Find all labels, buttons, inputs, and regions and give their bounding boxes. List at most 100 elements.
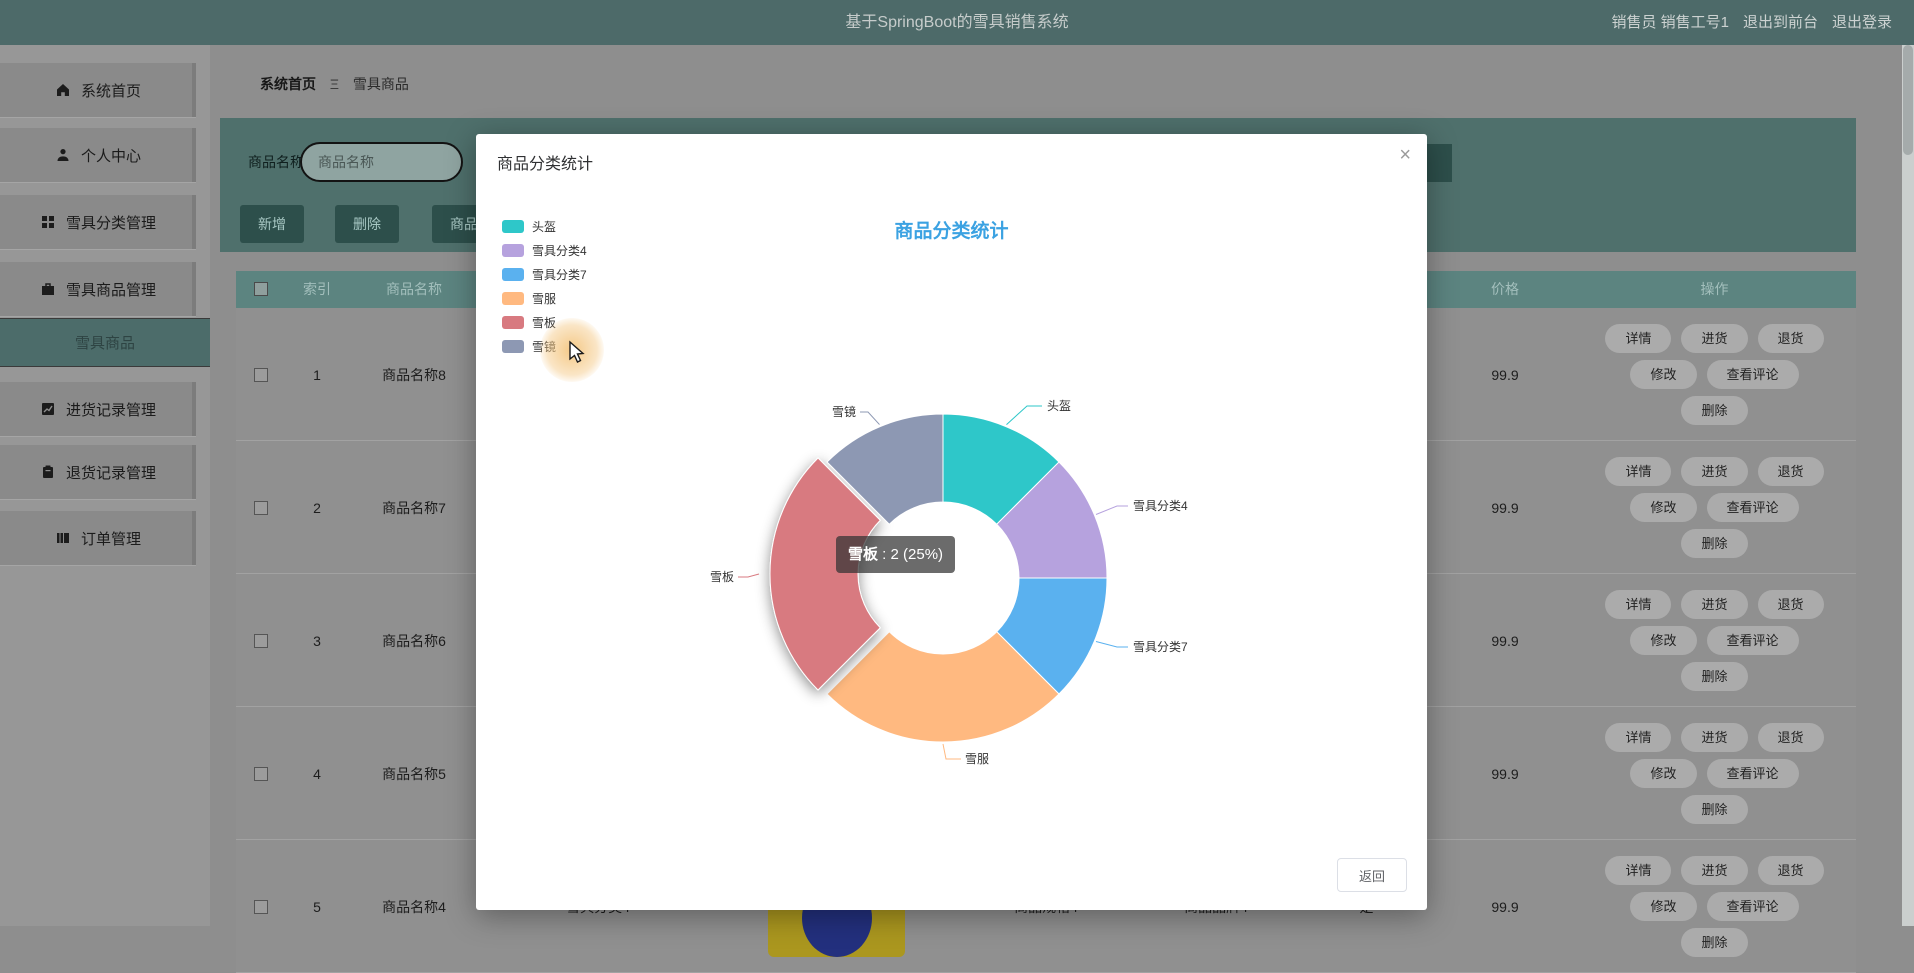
detail-button[interactable]: 详情 — [1605, 324, 1672, 353]
return-button[interactable]: 退货 — [1757, 590, 1824, 619]
book-icon — [56, 533, 69, 543]
home-icon — [56, 84, 69, 96]
edit-button[interactable]: 修改 — [1630, 626, 1697, 655]
col-header-index: 索引 — [303, 281, 331, 297]
sidebar-subitem-products-active[interactable]: 雪具商品 — [0, 318, 210, 367]
breadcrumb: 系统首页 Ξ 雪具商品 — [260, 70, 409, 98]
comments-button[interactable]: 查看评论 — [1706, 493, 1799, 522]
return-button[interactable]: 退货 — [1757, 457, 1824, 486]
comments-button[interactable]: 查看评论 — [1706, 360, 1799, 389]
back-button[interactable]: 返回 — [1337, 858, 1407, 892]
cell-index: 2 — [313, 499, 321, 516]
select-all-checkbox[interactable] — [254, 282, 268, 296]
slice-label: 雪镜 — [832, 404, 856, 419]
edit-button[interactable]: 修改 — [1630, 759, 1697, 788]
row-checkbox[interactable] — [254, 367, 268, 382]
user-icon — [57, 149, 69, 161]
top-header-bar: 基于SpringBoot的雪具销售系统 销售员 销售工号1 退出到前台 退出登录 — [0, 0, 1914, 45]
sidebar-item-label: 个人中心 — [80, 147, 141, 165]
cell-index: 4 — [313, 765, 321, 782]
add-button[interactable]: 新增 — [240, 205, 304, 243]
cell-index: 3 — [313, 632, 321, 649]
edit-button[interactable]: 修改 — [1630, 360, 1697, 389]
sidebar-item-profile[interactable]: 个人中心 — [0, 128, 196, 182]
delete-row-button[interactable]: 删除 — [1681, 529, 1748, 558]
return-button[interactable]: 退货 — [1757, 723, 1824, 752]
delete-row-button[interactable]: 删除 — [1681, 396, 1748, 425]
label-line — [738, 573, 760, 578]
delete-row-button[interactable]: 删除 — [1681, 662, 1748, 691]
sidebar-item-home[interactable]: 系统首页 — [0, 63, 196, 117]
header-user-info: 销售员 销售工号1 — [1611, 14, 1729, 31]
edit-button[interactable]: 修改 — [1630, 493, 1697, 522]
sidebar-item-purchase-records[interactable]: 进货记录管理 — [0, 382, 196, 436]
cell-name: 商品名称4 — [382, 898, 446, 915]
category-stats-dialog: 商品分类统计 × 商品分类统计 头盔 雪具分类4 雪具分类7 雪服 雪板 雪镜 … — [476, 134, 1427, 910]
sidebar-item-label: 雪具商品 — [74, 335, 135, 352]
slice-label: 雪板 — [710, 570, 734, 584]
slice-label: 雪服 — [965, 752, 989, 766]
cell-price: 99.9 — [1491, 366, 1519, 383]
sidebar-item-orders[interactable]: 订单管理 — [0, 511, 196, 565]
return-button[interactable]: 退货 — [1757, 324, 1824, 353]
cell-actions: 详情 进货 退货 修改 查看评论 删除 — [1573, 707, 1856, 840]
purchase-button[interactable]: 进货 — [1681, 590, 1748, 619]
search-label: 商品名称 — [248, 154, 304, 170]
scrollbar-thumb[interactable] — [1903, 45, 1913, 155]
comments-button[interactable]: 查看评论 — [1706, 892, 1799, 921]
sidebar: 系统首页 个人中心 雪具分类管理 雪具商品管理 雪具商品 进货记录管理 退货记录… — [0, 45, 210, 926]
cell-price: 99.9 — [1491, 632, 1519, 649]
cell-name: 商品名称7 — [382, 499, 446, 516]
comments-button[interactable]: 查看评论 — [1706, 626, 1799, 655]
cell-price: 99.9 — [1491, 765, 1519, 782]
delete-row-button[interactable]: 删除 — [1681, 795, 1748, 824]
detail-button[interactable]: 详情 — [1605, 457, 1672, 486]
search-input[interactable] — [300, 142, 463, 182]
row-checkbox[interactable] — [254, 633, 268, 648]
col-header-price: 价格 — [1491, 281, 1519, 297]
purchase-button[interactable]: 进货 — [1681, 856, 1748, 885]
return-button[interactable]: 退货 — [1757, 856, 1824, 885]
briefcase-icon — [41, 283, 54, 295]
logout-link[interactable]: 退出登录 — [1832, 14, 1892, 31]
cell-index: 5 — [313, 898, 321, 915]
cell-actions: 详情 进货 退货 修改 查看评论 删除 — [1573, 574, 1856, 707]
cell-index: 1 — [313, 366, 321, 383]
sidebar-item-label: 进货记录管理 — [65, 401, 156, 419]
row-checkbox[interactable] — [254, 766, 268, 781]
comments-button[interactable]: 查看评论 — [1706, 759, 1799, 788]
donut-chart: 头盔 雪具分类4 雪具分类7 雪服 雪板 雪镜 — [710, 398, 1188, 766]
select-all-checkbox-cell — [236, 271, 286, 308]
delete-row-button[interactable]: 删除 — [1681, 928, 1748, 957]
detail-button[interactable]: 详情 — [1605, 856, 1672, 885]
label-line — [1095, 505, 1128, 515]
sidebar-item-category-mgmt[interactable]: 雪具分类管理 — [0, 195, 196, 249]
tooltip-value: : 2 (25%) — [878, 546, 944, 563]
sidebar-item-product-mgmt[interactable]: 雪具商品管理 — [0, 262, 196, 316]
cell-actions: 详情 进货 退货 修改 查看评论 删除 — [1573, 840, 1856, 973]
purchase-button[interactable]: 进货 — [1681, 324, 1748, 353]
detail-button[interactable]: 详情 — [1605, 723, 1672, 752]
exit-to-front-link[interactable]: 退出到前台 — [1743, 14, 1818, 31]
row-checkbox[interactable] — [254, 899, 268, 914]
row-checkbox[interactable] — [254, 500, 268, 515]
breadcrumb-separator-icon: Ξ — [329, 76, 339, 92]
detail-button[interactable]: 详情 — [1605, 590, 1672, 619]
label-line — [1006, 405, 1042, 425]
purchase-button[interactable]: 进货 — [1681, 457, 1748, 486]
breadcrumb-home[interactable]: 系统首页 — [260, 76, 316, 92]
slice-label: 雪具分类7 — [1133, 640, 1188, 654]
edit-button[interactable]: 修改 — [1630, 892, 1697, 921]
sidebar-item-return-records[interactable]: 退货记录管理 — [0, 445, 196, 499]
mouse-cursor-icon — [569, 340, 585, 363]
delete-button[interactable]: 删除 — [335, 205, 399, 243]
cell-name: 商品名称6 — [382, 632, 446, 649]
cell-actions: 详情 进货 退货 修改 查看评论 删除 — [1573, 441, 1856, 574]
sidebar-item-label: 系统首页 — [80, 82, 141, 100]
scrollbar-track[interactable] — [1902, 45, 1914, 926]
chart-tooltip: 雪板 : 2 (25%) — [836, 536, 956, 573]
purchase-button[interactable]: 进货 — [1681, 723, 1748, 752]
grid-icon — [41, 216, 54, 228]
cell-price: 99.9 — [1491, 898, 1519, 915]
label-line — [1095, 641, 1128, 648]
